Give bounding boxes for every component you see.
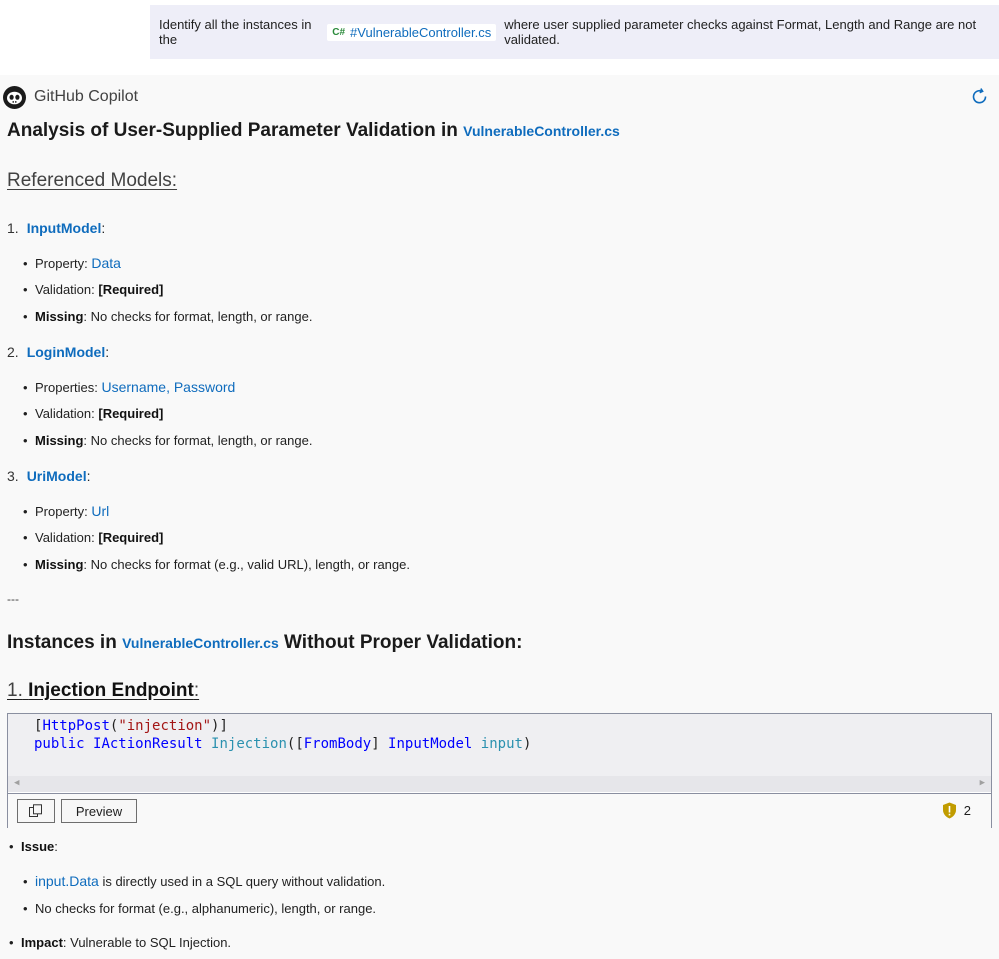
inputmodel-property: • Property: Data [23, 255, 121, 271]
user-message-suffix: where user supplied parameter checks aga… [504, 17, 977, 47]
referenced-models-heading: Referenced Models: [7, 170, 178, 191]
input-data-link[interactable]: input.Data [35, 873, 99, 889]
separator: --- [7, 592, 19, 606]
file-reference-name: #VulnerableController.cs [350, 24, 492, 40]
issue-bullet: • Issue: [9, 839, 58, 854]
issue-item-2: • No checks for format (e.g., alphanumeri… [23, 901, 377, 916]
copilot-avatar-icon [3, 85, 26, 109]
model-item-loginmodel: 2. LoginModel: [7, 344, 110, 360]
csharp-file-icon: C# [332, 26, 346, 38]
code-line-2: public IActionResult Injection([FromBody… [34, 736, 532, 752]
file-reference-chip[interactable]: C# #VulnerableController.cs [327, 23, 497, 41]
copilot-response: GitHub Copilot Analysis of User-Supplied… [0, 75, 999, 959]
urimodel-missing: • Missing: No checks for format (e.g., va… [23, 557, 410, 572]
preview-button[interactable]: Preview [61, 799, 137, 823]
instances-file-link[interactable]: VulnerableController.cs [122, 635, 279, 651]
code-block: [HttpPost("injection")] public IActionRe… [7, 713, 992, 829]
copy-icon [29, 804, 42, 817]
instances-heading: Instances in VulnerableController.cs Wit… [7, 632, 523, 653]
response-header: GitHub Copilot [3, 85, 996, 109]
inputmodel-missing: • Missing: No checks for format, length, … [23, 309, 313, 324]
loginmodel-link[interactable]: LoginModel [27, 344, 106, 360]
data-property-link[interactable]: Data [91, 255, 121, 271]
scroll-right-arrow-icon[interactable]: ▶ [980, 778, 985, 788]
loginmodel-validation: • Validation: [Required] [23, 406, 164, 421]
shield-warning-icon [942, 802, 956, 819]
impact-bullet: • Impact: Vulnerable to SQL Injection. [9, 935, 232, 950]
loginmodel-missing: • Missing: No checks for format, length, … [23, 433, 313, 448]
model-item-inputmodel: 1. InputModel: [7, 220, 106, 236]
code-area[interactable]: [HttpPost("injection")] public IActionRe… [8, 714, 991, 792]
urimodel-validation: • Validation: [Required] [23, 530, 164, 545]
copy-code-button[interactable] [17, 799, 55, 823]
injection-endpoint-heading: 1. Injection Endpoint: [7, 680, 200, 701]
issue-item-1: • input.Data is directly used in a SQL qu… [23, 873, 386, 889]
analysis-heading: Analysis of User-Supplied Parameter Vali… [7, 120, 620, 141]
model-item-urimodel: 3. UriModel: [7, 468, 91, 484]
inputmodel-link[interactable]: InputModel [27, 220, 102, 236]
user-message-prefix: Identify all the instances in the [159, 17, 312, 47]
code-toolbar: Preview 2 [8, 793, 991, 829]
username-password-link[interactable]: Username, Password [101, 379, 235, 395]
horizontal-scrollbar[interactable]: ◀ ▶ [8, 776, 991, 792]
url-property-link[interactable]: Url [91, 503, 109, 519]
urimodel-link[interactable]: UriModel [27, 468, 87, 484]
urimodel-property: • Property: Url [23, 503, 110, 519]
heading-file-link[interactable]: VulnerableController.cs [463, 123, 620, 139]
user-message: Identify all the instances in the C# #Vu… [150, 5, 999, 59]
security-warnings[interactable]: 2 [942, 802, 971, 819]
author-name: GitHub Copilot [34, 88, 139, 105]
loginmodel-properties: • Properties: Username, Password [23, 379, 236, 395]
warning-count: 2 [963, 803, 971, 818]
inputmodel-validation: • Validation: [Required] [23, 282, 164, 297]
code-line-1: [HttpPost("injection")] [34, 718, 228, 734]
regenerate-icon[interactable] [970, 87, 990, 107]
scroll-left-arrow-icon[interactable]: ◀ [14, 778, 19, 788]
